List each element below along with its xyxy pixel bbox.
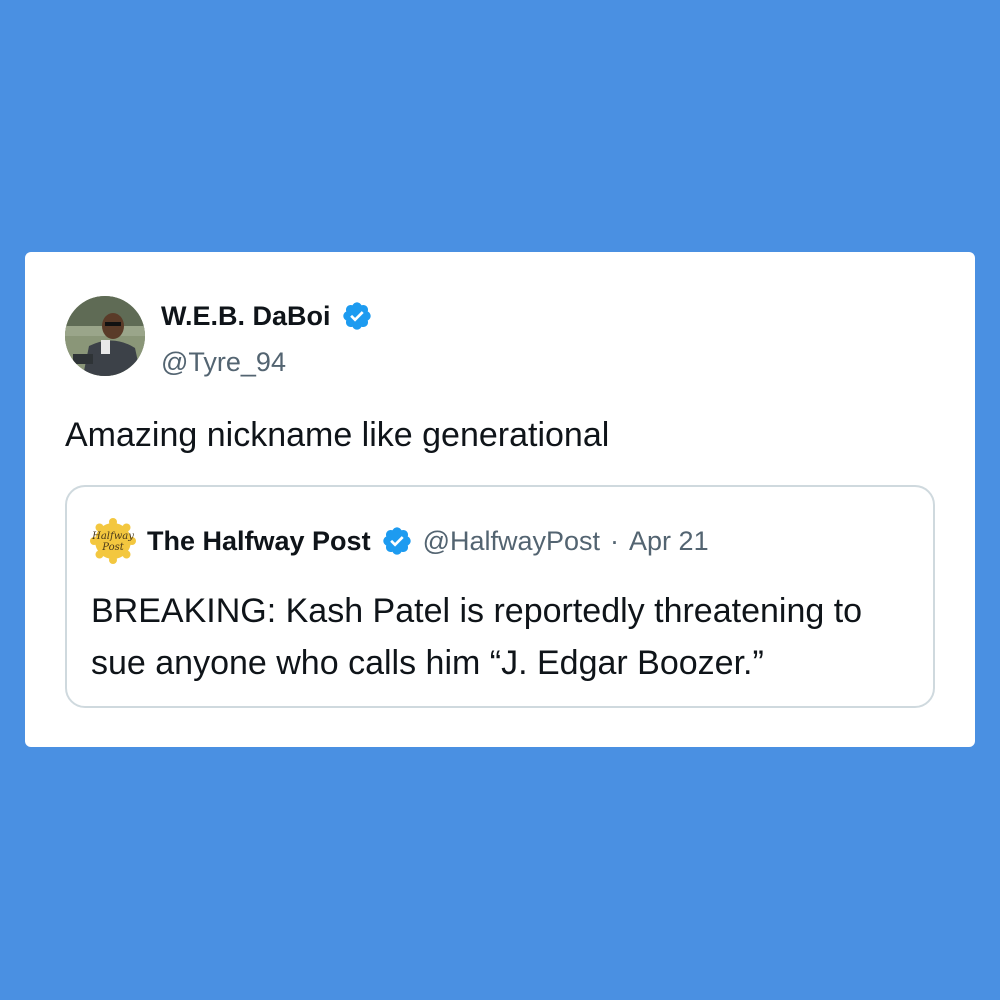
logo-text-bottom: Post — [101, 542, 124, 553]
verified-badge-icon — [381, 525, 413, 557]
dot-separator: · — [610, 525, 620, 556]
halfway-post-logo-icon[interactable]: Halfway Post — [89, 517, 137, 565]
quoted-author-handle[interactable]: @HalfwayPost — [423, 526, 600, 557]
logo-text-top: Halfway — [91, 531, 134, 542]
author-name-row: W.E.B. DaBoi — [161, 300, 373, 332]
verified-badge-icon — [341, 300, 373, 332]
avatar-photo — [65, 296, 145, 376]
quoted-tweet-text: BREAKING: Kash Patel is reportedly threa… — [91, 592, 863, 682]
tweet-card[interactable]: W.E.B. DaBoi @Tyre_94 Amazing nickname l… — [25, 252, 975, 747]
quoted-author-name[interactable]: The Halfway Post — [147, 526, 371, 557]
tweet-text: Amazing nickname like generational — [65, 416, 610, 454]
quoted-tweet-date[interactable]: Apr 21 — [629, 526, 709, 557]
author-handle[interactable]: @Tyre_94 — [161, 347, 286, 378]
author-avatar[interactable] — [65, 296, 145, 376]
quoted-tweet[interactable]: Halfway Post The Halfway Post @HalfwayPo… — [65, 485, 935, 708]
author-name[interactable]: W.E.B. DaBoi — [161, 301, 331, 332]
quoted-tweet-header: Halfway Post The Halfway Post @HalfwayPo… — [89, 517, 709, 565]
